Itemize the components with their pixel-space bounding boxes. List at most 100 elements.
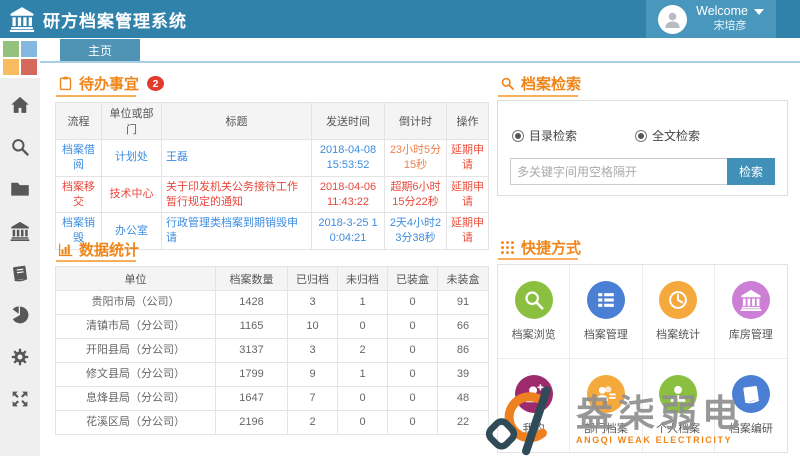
unit-link[interactable]: 清镇市局（分公司） bbox=[56, 315, 216, 339]
unit-link[interactable]: 花溪区局（分公司） bbox=[56, 411, 216, 435]
radio-目录检索[interactable]: 目录检索 bbox=[512, 127, 577, 144]
shortcut-label: 库房管理 bbox=[729, 326, 773, 342]
sidebar-nav bbox=[0, 78, 40, 409]
radio-全文检索[interactable]: 全文检索 bbox=[635, 127, 700, 144]
expand-icon[interactable] bbox=[10, 389, 30, 409]
countdown-cell: 2天4小时23分38秒 bbox=[385, 213, 447, 250]
title-underline bbox=[498, 258, 578, 260]
dept-cell[interactable]: 计划处 bbox=[102, 140, 162, 177]
stat-value-cell: 0 bbox=[338, 387, 388, 411]
search-panel: 目录检索 全文检索 检索 bbox=[497, 100, 788, 196]
shortcut-档案编研[interactable]: 档案编研 bbox=[715, 359, 787, 453]
column-header: 单位 bbox=[56, 267, 216, 291]
folder-icon[interactable] bbox=[10, 179, 30, 199]
unit-link[interactable]: 修文县局（分公司） bbox=[56, 363, 216, 387]
shortcut-label: 档案管理 bbox=[584, 326, 628, 342]
shortcut-档案浏览[interactable]: 档案浏览 bbox=[498, 265, 570, 359]
person-plus-icon bbox=[515, 375, 553, 413]
column-header: 未归档 bbox=[338, 267, 388, 291]
column-header: 发送时间 bbox=[312, 103, 385, 140]
stat-value-cell: 2 bbox=[288, 411, 338, 435]
app-logo-bank-icon bbox=[9, 6, 35, 32]
stat-value-cell: 0 bbox=[338, 411, 388, 435]
shortcuts-panel-title: 快捷方式 bbox=[500, 237, 581, 258]
radio-button-icon[interactable] bbox=[635, 130, 647, 142]
title-cell[interactable]: 王磊 bbox=[162, 140, 312, 177]
title-underline bbox=[498, 95, 578, 97]
stat-value-cell: 2 bbox=[338, 339, 388, 363]
column-header: 倒计时 bbox=[385, 103, 447, 140]
stat-value-cell: 2196 bbox=[216, 411, 288, 435]
unit-link[interactable]: 息烽县局（分公司） bbox=[56, 387, 216, 411]
brand-grid-logo bbox=[0, 38, 40, 78]
tab-bar: 主页 bbox=[40, 38, 800, 63]
shortcut-库房管理[interactable]: 库房管理 bbox=[715, 265, 787, 359]
dept-cell[interactable]: 技术中心 bbox=[102, 176, 162, 213]
flow-cell[interactable]: 档案移交 bbox=[56, 176, 102, 213]
stat-value-cell: 0 bbox=[388, 387, 438, 411]
shortcut-个人档案[interactable]: 个人档案 bbox=[643, 359, 715, 453]
flow-cell[interactable]: 档案借阅 bbox=[56, 140, 102, 177]
chevron-down-icon[interactable] bbox=[754, 9, 764, 15]
user-menu[interactable]: Welcome 宋培彦 bbox=[646, 0, 776, 38]
sidebar bbox=[0, 78, 40, 456]
search-icon[interactable] bbox=[10, 137, 30, 157]
user-avatar-icon[interactable] bbox=[658, 5, 687, 34]
shortcut-label: 部门档案 bbox=[584, 420, 628, 436]
shortcuts-grid: 档案浏览档案管理档案统计库房管理我的 部门档案 个人档案 档案编研 bbox=[497, 264, 788, 453]
unit-link[interactable]: 贵阳市局（公司） bbox=[56, 291, 216, 315]
radio-label: 目录检索 bbox=[529, 127, 577, 144]
pie-chart-icon[interactable] bbox=[10, 305, 30, 325]
book-icon[interactable] bbox=[10, 263, 30, 283]
stat-value-cell: 1165 bbox=[216, 315, 288, 339]
clock-icon bbox=[659, 281, 697, 319]
bank-icon bbox=[732, 281, 770, 319]
grid-dots-icon bbox=[500, 240, 515, 255]
title-cell[interactable]: 关于印发机关公务接待工作暂行规定的通知 bbox=[162, 176, 312, 213]
shortcut-档案统计[interactable]: 档案统计 bbox=[643, 265, 715, 359]
search-button[interactable]: 检索 bbox=[727, 158, 775, 185]
stats-panel-title: 数据统计 bbox=[58, 239, 139, 260]
stat-value-cell: 1 bbox=[338, 291, 388, 315]
send-time-cell: 2018-04-06 11:43:22 bbox=[312, 176, 385, 213]
radio-label: 全文检索 bbox=[652, 127, 700, 144]
bank-icon[interactable] bbox=[10, 221, 30, 241]
shortcut-label: 档案编研 bbox=[729, 420, 773, 436]
postpone-request-link[interactable]: 延期申请 bbox=[447, 213, 489, 250]
unit-link[interactable]: 开阳县局（分公司） bbox=[56, 339, 216, 363]
clipboard-icon bbox=[58, 76, 73, 91]
send-time-cell: 2018-04-08 15:53:52 bbox=[312, 140, 385, 177]
stats-row: 息烽县局（分公司）164770048 bbox=[56, 387, 489, 411]
shortcut-我的[interactable]: 我的 bbox=[498, 359, 570, 453]
search-row: 检索 bbox=[510, 158, 775, 185]
group-icon bbox=[587, 375, 625, 413]
send-time-cell: 2018-3-25 10:04:21 bbox=[312, 213, 385, 250]
radio-button-icon[interactable] bbox=[512, 130, 524, 142]
shortcut-部门档案[interactable]: 部门档案 bbox=[570, 359, 642, 453]
user-name: 宋培彦 bbox=[714, 20, 747, 34]
postpone-request-link[interactable]: 延期申请 bbox=[447, 140, 489, 177]
column-header: 档案数量 bbox=[216, 267, 288, 291]
countdown-cell: 超期6小时15分22秒 bbox=[385, 176, 447, 213]
postpone-request-link[interactable]: 延期申请 bbox=[447, 176, 489, 213]
stat-value-cell: 1647 bbox=[216, 387, 288, 411]
stat-value-cell: 9 bbox=[288, 363, 338, 387]
shortcut-档案管理[interactable]: 档案管理 bbox=[570, 265, 642, 359]
stat-value-cell: 91 bbox=[438, 291, 489, 315]
title-cell[interactable]: 行政管理类档案到期销毁申请 bbox=[162, 213, 312, 250]
stat-value-cell: 1 bbox=[338, 363, 388, 387]
column-header: 操作 bbox=[447, 103, 489, 140]
tab-home[interactable]: 主页 bbox=[60, 39, 140, 61]
title-underline bbox=[56, 95, 136, 97]
search-input[interactable] bbox=[510, 158, 727, 185]
search-panel-title: 档案检索 bbox=[500, 73, 581, 94]
stats-row: 贵阳市局（公司）142831091 bbox=[56, 291, 489, 315]
shortcut-label: 我的 bbox=[523, 420, 545, 436]
stat-value-cell: 48 bbox=[438, 387, 489, 411]
gear-icon[interactable] bbox=[10, 347, 30, 367]
book-icon bbox=[732, 375, 770, 413]
shortcut-label: 个人档案 bbox=[656, 420, 700, 436]
stat-value-cell: 3 bbox=[288, 291, 338, 315]
stats-row: 清镇市局（分公司）1165100066 bbox=[56, 315, 489, 339]
home-icon[interactable] bbox=[10, 95, 30, 115]
